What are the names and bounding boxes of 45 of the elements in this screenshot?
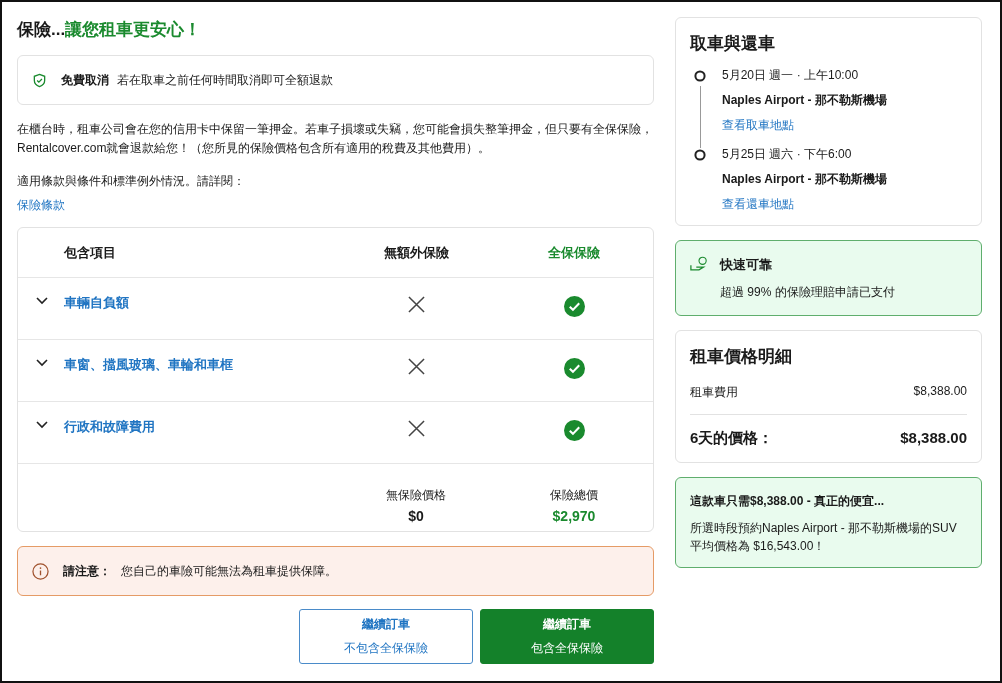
notice-text: 您自己的車險可能無法為租車提供保障。 [121, 562, 337, 580]
price-line-amount: $8,388.00 [913, 384, 967, 400]
heading-text: 保險... [17, 20, 66, 39]
deposit-text: 在櫃台時，租車公司會在您的信用卡中保留一筆押金。若車子損壞或失竊，您可能會損失整筆押金，但只要有全保保險，Rentalcover.com就會退款給您！（您所見的保險價格包含所有適用的稅費及其他費用）。 [17, 121, 654, 157]
shield-check-icon [32, 72, 47, 88]
cancellation-title: 免費取消 [61, 71, 109, 89]
price-line-label: 6天的價格： [690, 429, 774, 448]
circle-icon [694, 70, 706, 82]
location-link[interactable]: 查看還車地點 [722, 196, 887, 213]
stop-location: Naples Airport - 那不勒斯機場 [722, 92, 887, 109]
cancellation-text: 若在取車之前任何時間取消即可全額退款 [117, 71, 333, 89]
coverage-item-link[interactable]: 行政和故障費用 [64, 418, 155, 436]
terms-link[interactable]: 保險條款 [17, 197, 65, 214]
stop-datetime: 5月20日 週一 · 上午10:00 [722, 67, 860, 84]
location-link[interactable]: 查看取車地點 [722, 117, 887, 134]
terms-text: 適用條款與條件和標準例外情況。請詳閱： [17, 173, 246, 190]
hand-coin-icon [690, 256, 708, 271]
price-label: 保險總價 [550, 486, 598, 504]
coverage-item-link[interactable]: 車窗、擋風玻璃、車輪和車框 [64, 356, 233, 374]
coverage-item-link[interactable]: 車輛自負額 [64, 294, 129, 312]
column-header: 無額外保險 [383, 243, 449, 262]
chevron-icon[interactable] [36, 297, 48, 305]
card-title: 租車價格明細 [690, 346, 793, 368]
column-header: 全保保險 [548, 243, 600, 262]
price-line-label: 租車費用 [690, 384, 738, 401]
card-title: 取車與還車 [690, 33, 776, 55]
chevron-icon[interactable] [36, 421, 48, 429]
price-label: 無保險價格 [386, 486, 446, 504]
price-value: $0 [408, 507, 424, 524]
stop-location: Naples Airport - 那不勒斯機場 [722, 171, 887, 188]
info-icon [32, 562, 49, 580]
chevron-icon[interactable] [36, 359, 48, 367]
price-line-amount: $8,388.00 [900, 429, 967, 448]
reliability-title: 快速可靠 [720, 256, 773, 274]
notice-title: 請注意： [63, 562, 111, 580]
continue-button[interactable]: 繼續訂車 包含全保保險 [480, 609, 654, 664]
deal-title: 這款車只需$8,388.00 - 真正的便宜... [690, 493, 886, 510]
price-value: $2,970 [552, 507, 596, 524]
continue-button[interactable]: 繼續訂車 不包含全保保險 [299, 609, 473, 664]
deal-text: 所選時段預約Naples Airport - 那不勒斯機場的SUV 平均價格為 $16,543.00！ [690, 520, 958, 555]
reliability-text: 超過 99% 的保險理賠申請已支付 [720, 284, 895, 301]
column-header: 包含項目 [64, 243, 116, 262]
stop-datetime: 5月25日 週六 · 下午6:00 [722, 146, 853, 163]
heading-highlight: 讓您租車更安心！ [65, 20, 202, 39]
circle-icon [694, 149, 706, 161]
